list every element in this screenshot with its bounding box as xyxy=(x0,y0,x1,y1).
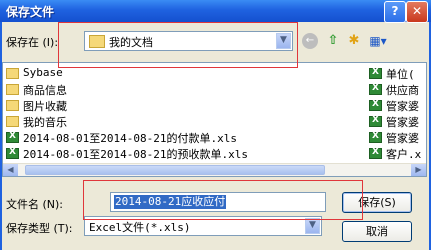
file-name: 2014-08-01至2014-08-21的付款单.xls xyxy=(23,132,237,145)
up-folder-icon[interactable]: ⇧ xyxy=(324,33,342,49)
cancel-button[interactable]: 取消 xyxy=(342,221,412,242)
file-name: 图片收藏 xyxy=(23,100,67,113)
excel-file-icon xyxy=(369,147,382,159)
file-name: 客户.x xyxy=(386,148,422,161)
file-name: 单位( xyxy=(386,68,415,81)
filetype-value: Excel文件(*.xls) xyxy=(89,221,191,234)
excel-file-icon xyxy=(369,131,382,143)
excel-file-icon xyxy=(369,99,382,111)
title-bar: 保存文件 ? ✕ xyxy=(0,0,431,23)
filetype-label: 保存类型 (T): xyxy=(6,222,73,235)
filetype-dropdown[interactable]: Excel文件(*.xls) ▼ xyxy=(84,216,322,236)
views-menu-icon[interactable]: ▦▾ xyxy=(369,33,387,49)
filename-label: 文件名 (N): xyxy=(6,198,64,211)
folder-icon xyxy=(89,35,105,48)
pictures-folder-icon xyxy=(6,100,19,111)
new-folder-icon[interactable]: ✱ xyxy=(345,33,363,49)
filename-input[interactable]: 2014-08-21应收应付 xyxy=(110,192,326,212)
excel-file-icon xyxy=(369,83,382,95)
file-name: 商品信息 xyxy=(23,84,67,97)
file-list[interactable]: Sybase 商品信息 图片收藏 我的音乐 2014-08-01至2014-08… xyxy=(2,62,427,177)
close-button[interactable]: ✕ xyxy=(406,1,428,23)
file-name: 2014-08-01至2014-08-21的预收款单.xls xyxy=(23,148,248,161)
save-button[interactable]: 保存(S) xyxy=(342,192,412,213)
lookin-label: 保存在 (I): xyxy=(6,36,59,49)
excel-file-icon xyxy=(6,147,19,159)
scroll-left-icon[interactable]: ◀ xyxy=(3,164,18,176)
file-name: 管家婆 xyxy=(386,116,419,129)
file-name: 供应商 xyxy=(386,84,419,97)
file-name: 我的音乐 xyxy=(23,116,67,129)
file-name: Sybase xyxy=(23,66,63,79)
file-name: 管家婆 xyxy=(386,132,419,145)
folder-icon xyxy=(6,68,19,79)
folder-icon xyxy=(6,84,19,95)
excel-file-icon xyxy=(369,67,382,79)
chevron-down-icon[interactable]: ▼ xyxy=(305,218,320,234)
scrollbar-thumb[interactable] xyxy=(25,165,325,175)
file-name: 管家婆 xyxy=(386,100,419,113)
excel-file-icon xyxy=(6,131,19,143)
scroll-right-icon[interactable]: ▶ xyxy=(411,164,426,176)
back-arrow-icon[interactable]: ← xyxy=(302,33,318,49)
excel-file-icon xyxy=(369,115,382,127)
horizontal-scrollbar[interactable]: ◀ ▶ xyxy=(3,163,426,176)
lookin-value: 我的文档 xyxy=(109,36,153,49)
help-button[interactable]: ? xyxy=(384,1,406,23)
chevron-down-icon[interactable]: ▼ xyxy=(276,33,291,49)
window-title: 保存文件 xyxy=(6,5,55,19)
lookin-dropdown[interactable]: 我的文档 ▼ xyxy=(84,31,293,51)
music-folder-icon xyxy=(6,116,19,127)
filename-value: 2014-08-21应收应付 xyxy=(114,195,227,209)
